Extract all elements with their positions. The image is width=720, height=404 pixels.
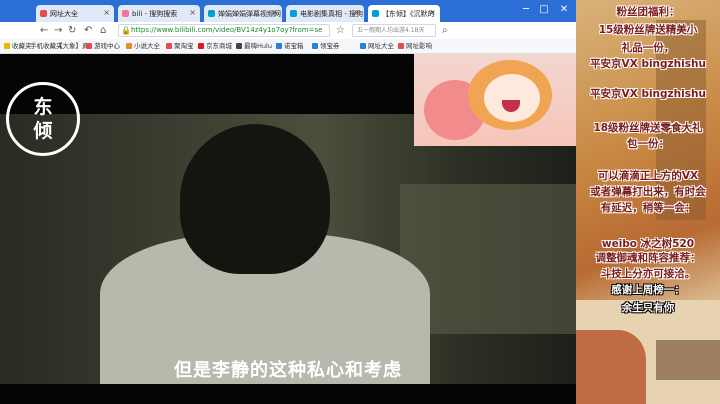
bookmark-item[interactable]: 收藏夹 — [4, 41, 32, 51]
bookmark-label: 聚淘宝 — [174, 42, 194, 50]
bookmark-label: 诺宝箱 — [284, 42, 304, 50]
anime-face — [484, 74, 540, 122]
channel-badge: 东 倾 — [6, 82, 80, 156]
hulu-icon — [236, 43, 242, 49]
url-text: https://www.bilibili.com/video/BV14z4y1o… — [131, 26, 323, 34]
game-icon — [86, 43, 92, 49]
info-line: 斗技上分亦可接洽。 — [600, 268, 696, 280]
video-player[interactable]: 东 倾 但是李静的这种私心和考虑 — [0, 54, 576, 404]
favicon-icon — [40, 10, 47, 17]
close-window-button[interactable]: ✕ — [556, 2, 572, 18]
info-line: 包一份： — [627, 138, 669, 150]
tab-2[interactable]: 婵娟婵娟弹幕视频网 × — [204, 5, 282, 22]
home-icon[interactable]: ⌂ — [100, 24, 106, 37]
lock-icon: 🔒 — [121, 26, 131, 35]
bookmark-item[interactable]: 【大象】真 — [56, 41, 89, 51]
globe-icon — [360, 43, 366, 49]
bookmark-label: 网址大全 — [368, 42, 394, 50]
box-icon — [276, 43, 282, 49]
info-line-thanks: 感谢上周榜一： — [611, 284, 685, 296]
info-line: 粉丝团福利： — [616, 6, 680, 18]
bookmark-item[interactable]: 诺宝箱 — [276, 41, 304, 51]
bookmark-label: 领宝券 — [320, 42, 340, 50]
stream-info-panel: 粉丝团福利： 15级粉丝牌送精美小 礼品一份， 平安京VX bingzhishu… — [576, 0, 720, 404]
close-tab-icon[interactable]: × — [353, 8, 360, 17]
info-line: 或者弹幕打出来，有时会 — [590, 186, 706, 198]
info-line: weibo 冰之树520 — [601, 238, 695, 250]
bookmark-label: 最嗨Hulu — [244, 42, 272, 50]
jd-icon — [198, 43, 204, 49]
info-line: 调整御魂和阵容推荐： — [595, 252, 701, 264]
bookmark-item[interactable]: 网址影响 — [398, 41, 432, 51]
bookmark-item[interactable]: 小说大全 — [126, 41, 160, 51]
bookmark-item[interactable]: 聚淘宝 — [166, 41, 194, 51]
tab-label: 网址大全 — [50, 10, 78, 18]
person-hair — [180, 124, 330, 274]
bookmark-label: 收藏夹 — [12, 42, 32, 50]
title-bar: 网址大全 × bili - 搜狗搜索 × 婵娟婵娟弹幕视频网 × 电影剧集真相 … — [0, 0, 576, 22]
shop-icon — [166, 43, 172, 49]
minimize-button[interactable]: ─ — [518, 2, 534, 18]
info-line: 可以滴滴正上方的VX — [597, 170, 699, 182]
info-line: 15级粉丝牌送精美小 — [598, 24, 698, 36]
search-icon[interactable]: ⌕ — [442, 24, 448, 37]
bookmark-label: 小说大全 — [134, 42, 160, 50]
star-icon — [4, 43, 10, 49]
close-tab-icon[interactable]: × — [189, 8, 196, 17]
tab-label: bili - 搜狗搜索 — [132, 10, 178, 18]
background-leaves — [576, 330, 646, 404]
favicon-icon — [122, 10, 129, 17]
book-icon — [126, 43, 132, 49]
info-line: 礼品一份， — [621, 42, 675, 54]
refresh-icon[interactable]: ↻ — [68, 24, 76, 37]
tab-1[interactable]: bili - 搜狗搜索 × — [118, 5, 200, 22]
anime-overlay — [414, 54, 576, 146]
url-input[interactable]: 🔒 https://www.bilibili.com/video/BV14z4y… — [118, 24, 330, 37]
favicon-icon — [290, 10, 297, 17]
undo-icon[interactable]: ↶ — [84, 24, 92, 37]
star-icon[interactable]: ☆ — [336, 24, 345, 37]
bookmark-label: 京东商城 — [206, 42, 232, 50]
forward-arrow-icon[interactable]: → — [54, 24, 62, 37]
maximize-button[interactable]: □ — [536, 2, 552, 18]
bookmark-item[interactable]: 游戏中心 — [86, 41, 120, 51]
bookmark-item[interactable]: 京东商城 — [198, 41, 232, 51]
bookmark-label: 【大象】真 — [56, 42, 89, 50]
badge-char: 东 — [33, 96, 53, 118]
back-arrow-icon[interactable]: ← — [40, 24, 48, 37]
bookmark-label: 网址影响 — [406, 42, 432, 50]
link-icon — [398, 43, 404, 49]
bookmark-label: 游戏中心 — [94, 42, 120, 50]
close-tab-icon[interactable]: × — [429, 8, 436, 17]
bookmarks-bar: 收藏夹 手机收藏夹 【大象】真 游戏中心 小说大全 聚淘宝 京东商城 最嗨Hul… — [0, 39, 576, 54]
search-input[interactable]: 五一假期人均出游4.1B天 — [352, 24, 436, 37]
tab-label: 【东倾】《沉默的 — [382, 10, 435, 18]
badge-char: 倾 — [33, 120, 53, 142]
address-bar-row: ← → ↻ ↶ ⌂ 🔒 https://www.bilibili.com/vid… — [0, 22, 576, 40]
tab-3[interactable]: 电影剧集真相 - 搜狗 × — [286, 5, 364, 22]
info-line: 18级粉丝牌送零食大礼 — [593, 122, 703, 134]
tab-0[interactable]: 网址大全 × — [36, 5, 114, 22]
background-bench — [656, 340, 720, 380]
search-placeholder: 五一假期人均出游4.1B天 — [357, 27, 425, 34]
close-tab-icon[interactable]: × — [271, 8, 278, 17]
info-line: 平安京VX bingzhishu — [590, 58, 706, 70]
coupon-icon — [312, 43, 318, 49]
close-tab-icon[interactable]: × — [103, 8, 110, 17]
video-subtitle: 但是李静的这种私心和考虑 — [174, 360, 402, 381]
info-line-top-fan: 余生只有你 — [621, 302, 675, 314]
bookmark-item[interactable]: 最嗨Hulu — [236, 41, 272, 51]
favicon-icon — [208, 10, 215, 17]
browser-window: 网址大全 × bili - 搜狗搜索 × 婵娟婵娟弹幕视频网 × 电影剧集真相 … — [0, 0, 576, 404]
bookmark-item[interactable]: 网址大全 — [360, 41, 394, 51]
video-frame — [0, 114, 576, 384]
info-line: 有延迟，稍等一会： — [600, 202, 696, 214]
bookmark-item[interactable]: 领宝券 — [312, 41, 340, 51]
tab-4-active[interactable]: 【东倾】《沉默的 × — [368, 5, 440, 22]
favicon-icon — [372, 10, 379, 17]
info-line: 平安京VX bingzhishu — [590, 88, 706, 100]
